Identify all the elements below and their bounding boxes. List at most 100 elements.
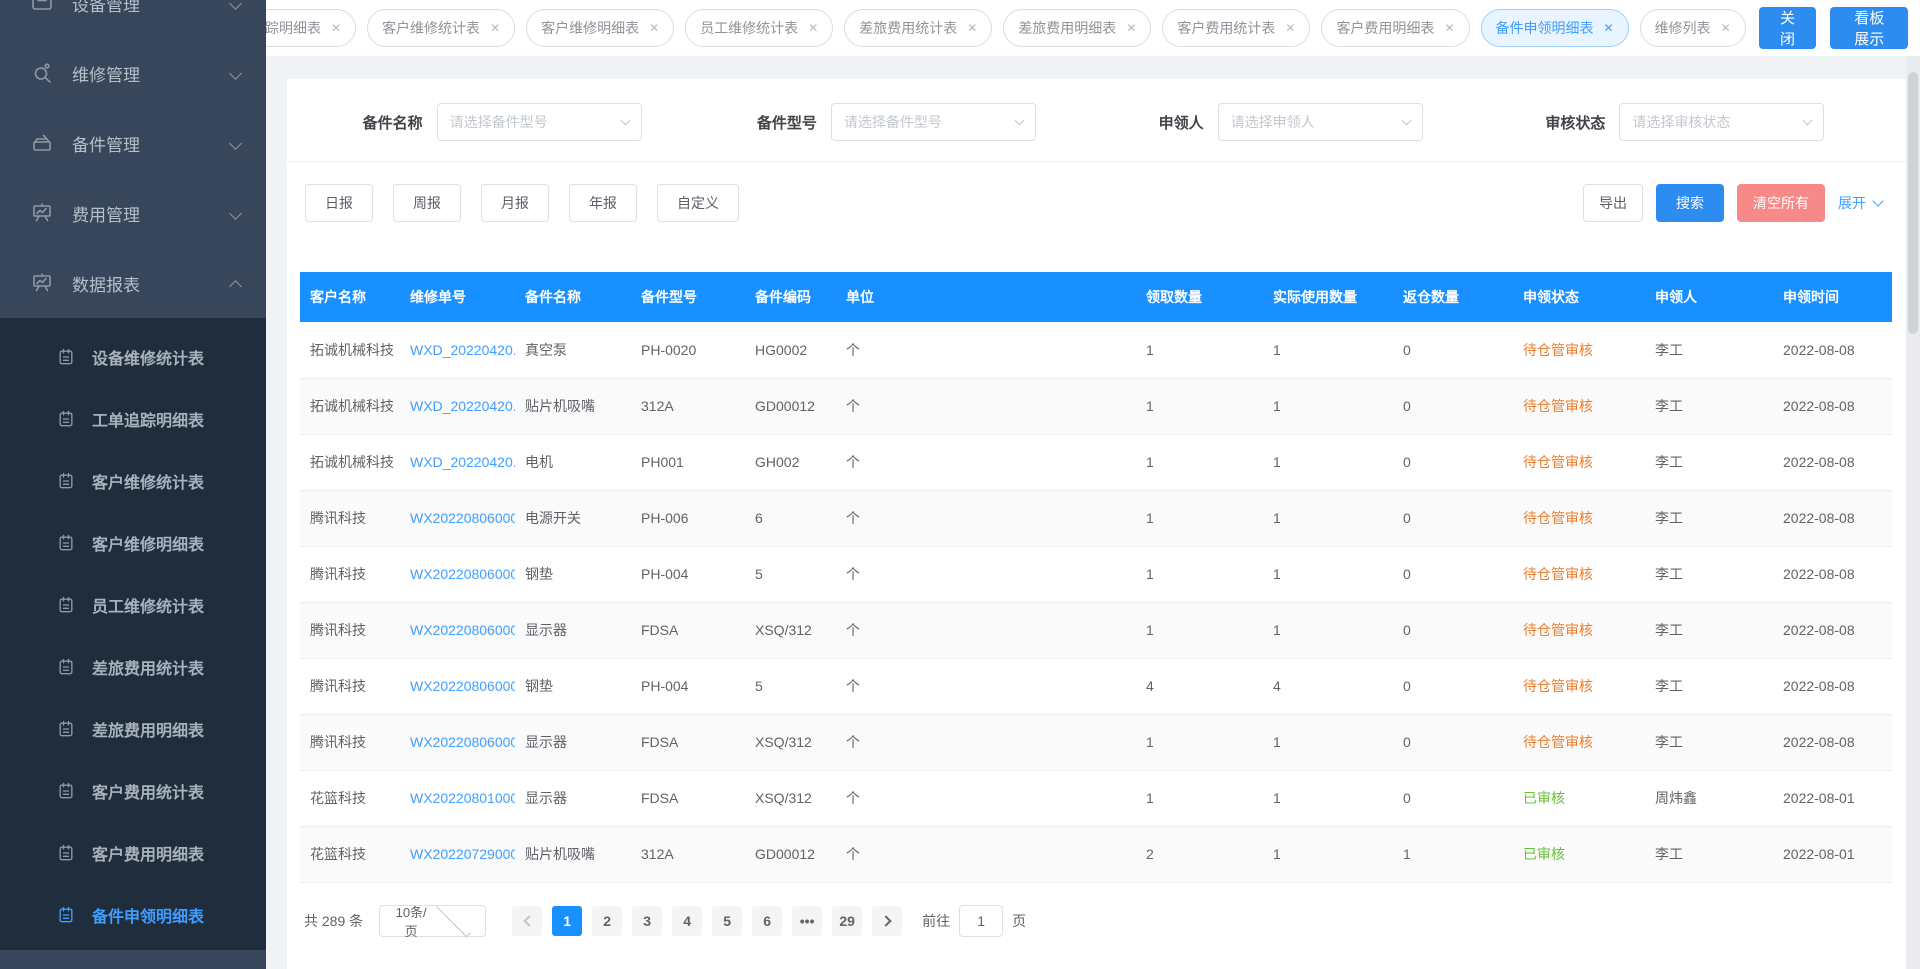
- sidebar-subitem[interactable]: 客户费用明细表: [0, 822, 266, 884]
- clear-all-button[interactable]: 清空所有: [1737, 184, 1825, 222]
- scrollbar-thumb[interactable]: [1908, 72, 1918, 334]
- table-cell: 李工: [1645, 826, 1773, 882]
- tab-员工维修统计表[interactable]: 员工维修统计表✕: [685, 9, 833, 47]
- goto-page-input[interactable]: [959, 905, 1003, 937]
- period-button-自定义[interactable]: 自定义: [657, 184, 739, 222]
- sidebar-item-0[interactable]: 设备管理: [0, 0, 266, 38]
- status-badge: 待仓管审核: [1513, 378, 1645, 434]
- close-icon[interactable]: ✕: [1721, 21, 1731, 35]
- sidebar-subitem[interactable]: 差旅费用明细表: [0, 698, 266, 760]
- sidebar-item-1[interactable]: 维修管理: [0, 38, 266, 108]
- page-button-4[interactable]: 4: [672, 906, 702, 936]
- chevron-down-icon: [229, 0, 242, 9]
- tab-客户费用明细表[interactable]: 客户费用明细表 ✕: [1321, 9, 1469, 47]
- table-cell[interactable]: WX202208010001: [400, 770, 515, 826]
- table-cell: 李工: [1645, 714, 1773, 770]
- table-cell[interactable]: WX202208060003: [400, 546, 515, 602]
- sidebar-subitem[interactable]: 员工维修统计表: [0, 574, 266, 636]
- page-button-29[interactable]: 29: [832, 906, 862, 936]
- sidebar-item-system-settings[interactable]: 系统设置: [0, 950, 266, 969]
- sidebar-subitem[interactable]: 工单追踪明细表: [0, 388, 266, 450]
- close-icon[interactable]: ✕: [1126, 21, 1136, 35]
- table-cell: 腾讯科技: [300, 490, 400, 546]
- table-cell[interactable]: WXD_20220420...: [400, 322, 515, 378]
- sidebar-item-4[interactable]: 数据报表: [0, 248, 266, 318]
- table-cell[interactable]: WX202208060003: [400, 602, 515, 658]
- period-button-月报[interactable]: 月报: [481, 184, 549, 222]
- sidebar-item-3[interactable]: 费用管理: [0, 178, 266, 248]
- table-cell[interactable]: WX202208060003: [400, 490, 515, 546]
- close-icon[interactable]: ✕: [649, 21, 659, 35]
- content-card: 备件名称请选择备件型号备件型号请选择备件型号申领人请选择申领人审核状态请选择审核…: [287, 79, 1906, 969]
- period-button-周报[interactable]: 周报: [393, 184, 461, 222]
- next-page-button[interactable]: [872, 906, 902, 936]
- page-ellipsis[interactable]: •••: [792, 906, 822, 936]
- sidebar-subitem[interactable]: 备件申领明细表: [0, 884, 266, 946]
- tab-备件申领明细表[interactable]: 备件申领明细表✕: [1481, 9, 1629, 47]
- page-button-6[interactable]: 6: [752, 906, 782, 936]
- page-button-5[interactable]: 5: [712, 906, 742, 936]
- sidebar-subitem[interactable]: 设备维修统计表: [0, 326, 266, 388]
- sidebar-subitem[interactable]: 差旅费用统计表: [0, 636, 266, 698]
- chevron-right-icon: [880, 915, 891, 926]
- table-cell: 1: [1263, 546, 1393, 602]
- table-cell[interactable]: WX202207290001: [400, 826, 515, 882]
- notebook-icon: [56, 471, 76, 491]
- notebook-icon: [56, 843, 76, 863]
- board-icon: [30, 201, 54, 225]
- table-cell[interactable]: WX202208060003: [400, 658, 515, 714]
- close-icon[interactable]: ✕: [808, 21, 818, 35]
- tab-差旅费用明细表[interactable]: 差旅费用明细表✕: [1003, 9, 1151, 47]
- table-cell: 2022-08-08: [1773, 602, 1892, 658]
- sidebar-subitem[interactable]: 客户维修统计表: [0, 450, 266, 512]
- scrollbar-track[interactable]: [1906, 56, 1920, 969]
- close-icon[interactable]: ✕: [490, 21, 500, 35]
- filter-select-0[interactable]: 请选择备件型号: [437, 103, 642, 141]
- filter-select-2[interactable]: 请选择申领人: [1218, 103, 1423, 141]
- period-button-年报[interactable]: 年报: [569, 184, 637, 222]
- table-cell: 个: [836, 826, 1136, 882]
- period-button-日报[interactable]: 日报: [305, 184, 373, 222]
- table-cell: XSQ/312: [745, 714, 836, 770]
- close-icon[interactable]: ✕: [967, 21, 977, 35]
- tab-客户费用统计表[interactable]: 客户费用统计表✕: [1162, 9, 1310, 47]
- status-badge: 待仓管审核: [1513, 546, 1645, 602]
- period-buttons: 日报周报月报年报自定义: [305, 184, 759, 222]
- filter-select-3[interactable]: 请选择审核状态: [1619, 103, 1824, 141]
- tab-差旅费用统计表[interactable]: 差旅费用统计表✕: [844, 9, 992, 47]
- close-icon[interactable]: ✕: [1604, 21, 1614, 35]
- sidebar-subitem[interactable]: 客户费用统计表: [0, 760, 266, 822]
- expand-link[interactable]: 展开: [1838, 193, 1882, 213]
- close-icon[interactable]: ✕: [1285, 21, 1295, 35]
- filter-select-1[interactable]: 请选择备件型号: [831, 103, 1036, 141]
- close-button[interactable]: 关闭: [1759, 7, 1817, 49]
- table-cell[interactable]: WXD_20220420...: [400, 434, 515, 490]
- sidebar-subitem[interactable]: 客户维修明细表: [0, 512, 266, 574]
- chevron-up-icon: [229, 280, 242, 293]
- page-button-3[interactable]: 3: [632, 906, 662, 936]
- table-cell: PH-006: [631, 490, 745, 546]
- page-button-2[interactable]: 2: [592, 906, 622, 936]
- tab-维修列表[interactable]: 维修列表✕: [1640, 9, 1746, 47]
- sidebar-item-2[interactable]: 备件管理: [0, 108, 266, 178]
- table-cell: 2022-08-08: [1773, 434, 1892, 490]
- table-cell[interactable]: WX202208060003: [400, 714, 515, 770]
- sidebar-subitem-label: 差旅费用明细表: [92, 717, 204, 741]
- page-button-1[interactable]: 1: [552, 906, 582, 936]
- goto-page: 前往 页: [922, 905, 1026, 937]
- search-button[interactable]: 搜索: [1656, 184, 1724, 222]
- tab-客户维修统计表[interactable]: 客户维修统计表✕: [367, 9, 515, 47]
- export-button[interactable]: 导出: [1583, 184, 1643, 222]
- close-icon[interactable]: ✕: [331, 21, 341, 35]
- prev-page-button[interactable]: [512, 906, 542, 936]
- tab-label: 客户费用明细表: [1336, 18, 1434, 38]
- tab-踪明细表[interactable]: 踪明细表✕: [266, 9, 356, 47]
- page-size-select[interactable]: 10条/页: [379, 905, 486, 937]
- table-cell[interactable]: WXD_20220420...: [400, 378, 515, 434]
- table-row: 拓诚机械科技（...WXD_20220420...贴片机吸嘴312AGD0001…: [300, 378, 1892, 434]
- chevron-down-icon: [229, 207, 242, 220]
- close-icon[interactable]: ✕: [1444, 21, 1454, 35]
- board-display-button[interactable]: 看板展示: [1830, 7, 1908, 49]
- table-cell: 2022-08-08: [1773, 322, 1892, 378]
- tab-客户维修明细表[interactable]: 客户维修明细表✕: [526, 9, 674, 47]
